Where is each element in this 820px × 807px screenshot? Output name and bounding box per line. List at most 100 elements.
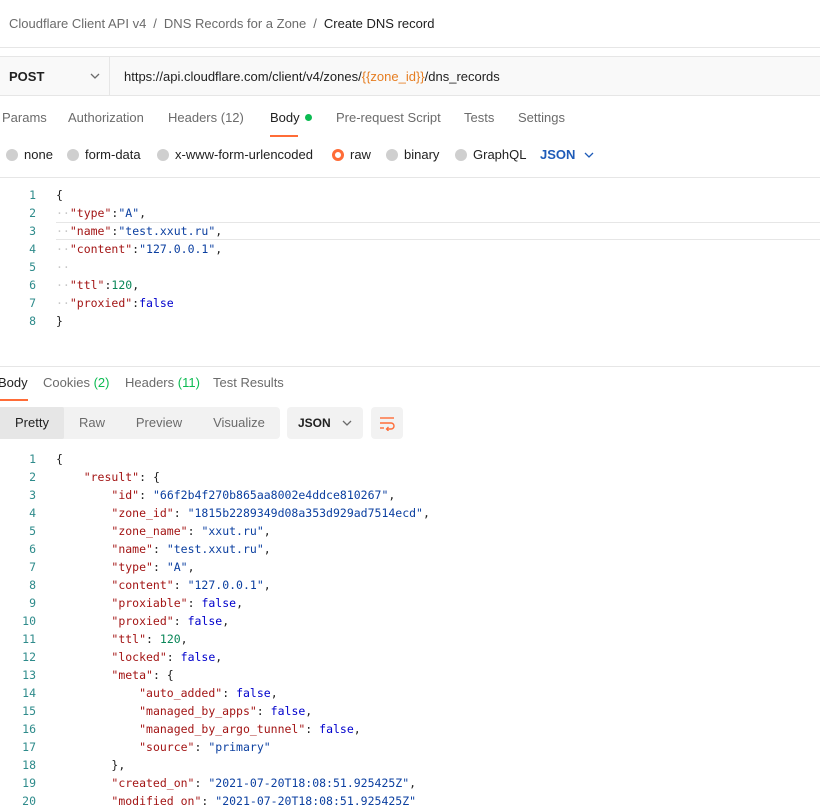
code-line: 10 "proxied": false, xyxy=(0,612,820,630)
code-line: 3 ··"name":"test.xxut.ru", xyxy=(0,222,820,240)
response-tab-cookies[interactable]: Cookies (2) xyxy=(43,375,109,390)
radio-binary[interactable]: binary xyxy=(386,147,439,162)
tab-params[interactable]: Params xyxy=(2,110,47,125)
wrap-lines-button[interactable] xyxy=(371,407,403,439)
page-title[interactable]: Create DNS record xyxy=(324,16,435,31)
code-text: ··"proxied":false xyxy=(56,296,174,310)
code-text: { xyxy=(56,452,63,466)
radio-label: GraphQL xyxy=(473,147,527,162)
code-text: "created_on": "2021-07-20T18:08:51.92542… xyxy=(111,776,417,790)
radio-raw[interactable]: raw xyxy=(332,147,371,162)
method-select[interactable]: POST xyxy=(0,57,110,95)
request-bar: POST https://api.cloudflare.com/client/v… xyxy=(0,56,820,96)
radio-form-data[interactable]: form-data xyxy=(67,147,141,162)
code-line: 2 ··"type":"A", xyxy=(0,204,820,222)
tab-authorization[interactable]: Authorization xyxy=(68,110,144,125)
code-text: "zone_name": "xxut.ru", xyxy=(111,524,271,538)
line-number: 6 xyxy=(29,278,36,292)
view-visualize[interactable]: Visualize xyxy=(198,407,280,439)
radio-circle[interactable] xyxy=(386,148,398,161)
code-line: 4 "zone_id": "1815b2289349d08a353d929ad7… xyxy=(0,504,820,522)
tab-label: Headers xyxy=(125,375,175,390)
code-line: 3 "id": "66f2b4f270b865aa8002e4ddce81026… xyxy=(0,486,820,504)
code-text: "type": "A", xyxy=(111,560,195,574)
tab-tests[interactable]: Tests xyxy=(464,110,494,125)
breadcrumb: Cloudflare Client API v4 / DNS Records f… xyxy=(9,14,434,32)
divider xyxy=(0,177,820,178)
chevron-down-icon xyxy=(584,152,594,158)
code-text: "locked": false, xyxy=(111,650,223,664)
url-input[interactable]: https://api.cloudflare.com/client/v4/zon… xyxy=(110,69,500,84)
line-number: 14 xyxy=(22,686,36,700)
response-view-modes: Pretty Raw Preview Visualize xyxy=(0,407,280,439)
view-pretty[interactable]: Pretty xyxy=(0,407,64,439)
url-variable[interactable]: {{zone_id}} xyxy=(362,69,425,84)
code-text: ··"ttl":120, xyxy=(56,278,140,292)
radio-label: raw xyxy=(350,147,371,162)
response-tab-test-results[interactable]: Test Results xyxy=(213,375,284,390)
code-line: 16 "managed_by_argo_tunnel": false, xyxy=(0,720,820,738)
radio-circle[interactable] xyxy=(455,148,467,161)
radio-label: form-data xyxy=(85,147,141,162)
code-line: 5 "zone_name": "xxut.ru", xyxy=(0,522,820,540)
line-number: 5 xyxy=(29,260,36,274)
code-line: 17 "source": "primary" xyxy=(0,738,820,756)
code-text: "id": "66f2b4f270b865aa8002e4ddce810267"… xyxy=(111,488,396,502)
code-line: 1{ xyxy=(0,450,820,468)
url-suffix: /dns_records xyxy=(424,68,500,84)
headers-count: (11) xyxy=(177,375,200,390)
format-label: JSON xyxy=(298,416,331,430)
tab-pre-request-script[interactable]: Pre-request Script xyxy=(336,110,441,125)
breadcrumb-collection[interactable]: Cloudflare Client API v4 xyxy=(9,16,146,31)
radio-circle[interactable] xyxy=(67,148,79,161)
code-line: 13 "meta": { xyxy=(0,666,820,684)
line-number: 16 xyxy=(22,722,36,736)
line-number: 20 xyxy=(22,794,36,807)
code-text: "result": { xyxy=(83,470,160,484)
code-line: 12 "locked": false, xyxy=(0,648,820,666)
view-preview[interactable]: Preview xyxy=(120,407,198,439)
code-line: 2 "result": { xyxy=(0,468,820,486)
code-text: "source": "primary" xyxy=(139,740,271,754)
chevron-down-icon xyxy=(342,420,352,426)
radio-circle[interactable] xyxy=(6,148,18,161)
line-number: 8 xyxy=(29,578,36,592)
code-line: 9 "proxiable": false, xyxy=(0,594,820,612)
response-tab-body[interactable]: Body xyxy=(0,375,28,401)
radio-x-www-form-urlencoded[interactable]: x-www-form-urlencoded xyxy=(157,147,313,162)
language-select[interactable]: JSON xyxy=(540,147,595,162)
line-number: 1 xyxy=(29,188,36,202)
chevron-down-icon xyxy=(90,73,100,79)
radio-none[interactable]: none xyxy=(6,147,53,162)
code-line: 7 ··"proxied":false xyxy=(0,294,820,312)
divider xyxy=(0,47,820,48)
line-number: 7 xyxy=(29,560,36,574)
tab-body-label: Body xyxy=(270,110,300,125)
wrap-lines-icon xyxy=(380,417,395,431)
code-line: 19 "created_on": "2021-07-20T18:08:51.92… xyxy=(0,774,820,792)
radio-graphql[interactable]: GraphQL xyxy=(455,147,526,162)
breadcrumb-folder[interactable]: DNS Records for a Zone xyxy=(164,16,306,31)
language-label: JSON xyxy=(540,147,576,162)
response-tab-headers[interactable]: Headers (11) xyxy=(125,375,200,390)
response-format-select[interactable]: JSON xyxy=(287,407,363,439)
line-number: 6 xyxy=(29,542,36,556)
cookies-count: (2) xyxy=(93,375,110,390)
line-number: 8 xyxy=(29,314,36,328)
tab-settings[interactable]: Settings xyxy=(518,110,565,125)
body-modified-dot xyxy=(304,114,312,121)
code-text: } xyxy=(56,314,63,328)
radio-circle-selected[interactable] xyxy=(332,148,344,161)
code-text: { xyxy=(56,188,63,202)
line-number: 1 xyxy=(29,452,36,466)
tab-headers[interactable]: Headers (12) xyxy=(168,110,244,125)
code-text: ··"content":"127.0.0.1", xyxy=(56,242,223,256)
code-line: 8 "content": "127.0.0.1", xyxy=(0,576,820,594)
radio-circle[interactable] xyxy=(157,148,169,161)
line-number: 9 xyxy=(29,596,36,610)
line-number: 2 xyxy=(29,206,36,220)
line-number: 4 xyxy=(29,242,36,256)
view-raw[interactable]: Raw xyxy=(64,407,120,439)
code-text: "managed_by_argo_tunnel": false, xyxy=(139,722,361,736)
tab-body[interactable]: Body xyxy=(270,110,312,137)
